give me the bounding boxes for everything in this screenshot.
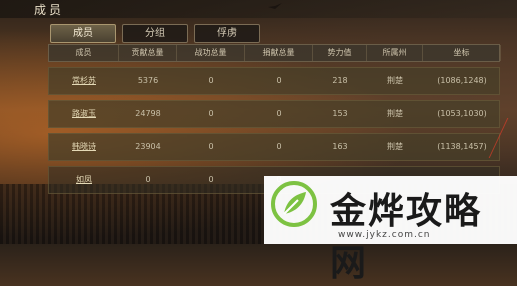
column-header-merit[interactable]: 战功总量 <box>177 45 245 61</box>
watermark-banner: 金烨攻略网 www.jykz.com.cn <box>264 176 517 284</box>
member-name[interactable]: 如凤 <box>49 167 119 193</box>
donation-value: 0 <box>276 142 282 151</box>
window-title: 成员 <box>34 3 65 17</box>
member-name[interactable]: 路淑玉 <box>49 101 119 127</box>
merit-value: 0 <box>208 76 214 85</box>
merit-value: 0 <box>208 175 214 184</box>
donation-value: 0 <box>276 76 282 85</box>
tab-members[interactable]: 成员 <box>50 24 116 43</box>
tab-groups[interactable]: 分组 <box>122 24 188 43</box>
tab-captives[interactable]: 俘虏 <box>194 24 260 43</box>
members-table: 成员 贡献总量 战功总量 捐献总量 势力值 所属州 坐标 常杉苏 5376 0 … <box>48 44 501 194</box>
state-value: 荆楚 <box>387 109 403 118</box>
contribution-value: 0 <box>145 175 151 184</box>
contribution-value: 24798 <box>135 109 161 118</box>
power-value: 153 <box>332 109 348 118</box>
contribution-value: 23904 <box>135 142 161 151</box>
power-value: 163 <box>332 142 348 151</box>
merit-value: 0 <box>208 109 214 118</box>
title-bar: 成员 <box>0 0 517 18</box>
table-row[interactable]: 路淑玉 24798 0 0 153 荆楚 (1053,1030) <box>48 100 500 128</box>
bird-icon <box>268 3 282 9</box>
power-value: 218 <box>332 76 348 85</box>
donation-value: 0 <box>276 109 282 118</box>
tab-bar: 成员 分组 俘虏 <box>50 24 260 43</box>
contribution-value: 5376 <box>137 76 159 85</box>
column-header-contribution[interactable]: 贡献总量 <box>119 45 177 61</box>
watermark-url: www.jykz.com.cn <box>338 230 431 240</box>
member-name[interactable]: 常杉苏 <box>49 68 119 94</box>
column-header-coordinates[interactable]: 坐标 <box>423 45 501 61</box>
table-row[interactable]: 韩晓诗 23904 0 0 163 荆楚 (1138,1457) <box>48 133 500 161</box>
merit-value: 0 <box>208 142 214 151</box>
column-header-donation[interactable]: 捐献总量 <box>245 45 313 61</box>
coordinates-link[interactable]: (1053,1030) <box>423 101 501 127</box>
leaf-logo-icon <box>271 181 317 227</box>
state-value: 荆楚 <box>387 142 403 151</box>
table-row[interactable]: 常杉苏 5376 0 0 218 荆楚 (1086,1248) <box>48 67 500 95</box>
state-value: 荆楚 <box>387 76 403 85</box>
member-name[interactable]: 韩晓诗 <box>49 134 119 160</box>
column-header-state[interactable]: 所属州 <box>367 45 423 61</box>
column-header-power[interactable]: 势力值 <box>313 45 367 61</box>
column-header-member[interactable]: 成员 <box>49 45 119 61</box>
table-header: 成员 贡献总量 战功总量 捐献总量 势力值 所属州 坐标 <box>48 44 501 62</box>
coordinates-link[interactable]: (1086,1248) <box>423 68 501 94</box>
